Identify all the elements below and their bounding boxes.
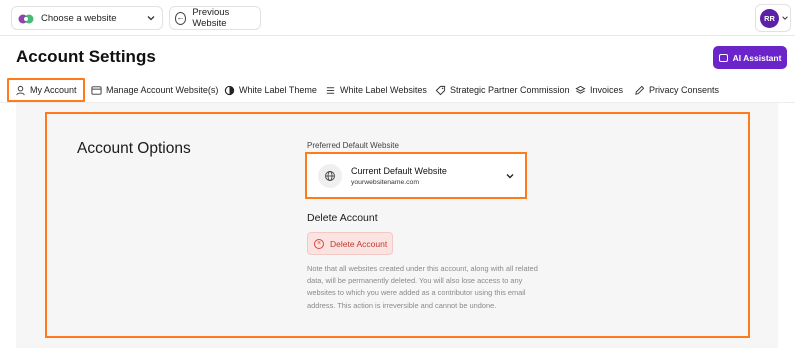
tab-label: My Account — [30, 85, 77, 95]
page-title: Account Settings — [16, 47, 156, 66]
ai-assistant-button[interactable]: AI Assistant — [713, 46, 787, 69]
globe-icon — [318, 163, 342, 188]
account-options-title: Account Options — [77, 140, 191, 157]
tag-icon — [435, 85, 446, 95]
tab-manage-websites[interactable]: Manage Account Website(s) — [91, 78, 218, 102]
layers-icon — [575, 85, 586, 94]
tab-my-account[interactable]: My Account — [7, 78, 85, 102]
pen-icon — [635, 85, 645, 95]
avatar: RR — [760, 8, 779, 28]
tab-white-label-websites[interactable]: White Label Websites — [325, 78, 427, 102]
tab-strategic-partner-commission[interactable]: Strategic Partner Commission — [435, 78, 570, 102]
previous-website-label: Previous Website — [192, 7, 230, 29]
delete-account-label: Delete Account — [330, 238, 388, 249]
preferred-website-select[interactable]: Current Default Website yourwebsitename.… — [305, 152, 527, 199]
delete-account-note: Note that all websites created under thi… — [307, 264, 538, 310]
previous-website-button[interactable]: ← Previous Website — [169, 6, 261, 30]
preferred-website-label: Preferred Default Website — [307, 141, 399, 150]
tab-label: Privacy Consents — [649, 85, 720, 95]
delete-account-heading: Delete Account — [307, 212, 378, 224]
browser-icon — [91, 85, 102, 95]
preferred-website-url: yourwebsitename.com — [351, 178, 419, 186]
tab-white-label-theme[interactable]: White Label Theme — [224, 78, 317, 102]
website-select[interactable]: Choose a website — [11, 6, 163, 30]
delete-account-button[interactable]: × Delete Account — [307, 232, 393, 255]
tab-label: Manage Account Website(s) — [106, 85, 219, 95]
top-bar: Choose a website ← Previous Website RR — [0, 0, 795, 36]
half-circle-icon — [224, 85, 235, 95]
tab-label: White Label Theme — [239, 85, 317, 95]
tab-label: Invoices — [590, 85, 624, 95]
chevron-down-icon — [147, 16, 155, 21]
chevron-down-icon — [782, 16, 788, 20]
tab-invoices[interactable]: Invoices — [575, 78, 623, 102]
ai-assistant-label: AI Assistant — [732, 52, 782, 63]
user-icon — [16, 85, 25, 95]
preferred-website-name: Current Default Website — [351, 165, 447, 176]
arrow-left-icon: ← — [175, 11, 187, 25]
website-select-label: Choose a website — [41, 12, 117, 24]
chat-icon — [718, 53, 728, 62]
content-edge — [785, 103, 795, 348]
close-circle-icon: × — [314, 238, 324, 249]
tab-label: Strategic Partner Commission — [450, 85, 570, 95]
website-logo-icon — [18, 12, 34, 24]
tab-privacy-consents[interactable]: Privacy Consents — [634, 78, 719, 102]
user-menu[interactable]: RR — [755, 4, 791, 32]
settings-tabs: My Account Manage Account Website(s) Whi… — [0, 78, 795, 102]
list-icon — [326, 86, 335, 94]
chevron-down-icon — [506, 173, 514, 178]
tab-label: White Label Websites — [340, 85, 427, 95]
